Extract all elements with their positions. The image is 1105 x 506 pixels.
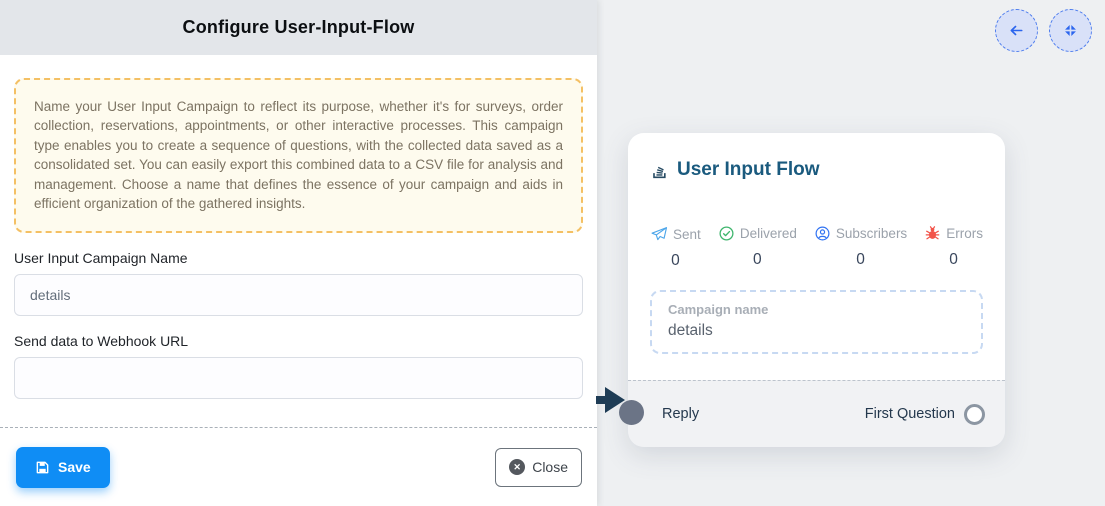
user-input-flow-node[interactable]: User Input Flow Sent bbox=[628, 133, 1005, 447]
webhook-url-input[interactable] bbox=[14, 357, 583, 399]
campaign-info-note: Name your User Input Campaign to reflect… bbox=[14, 78, 583, 233]
panel-header: Configure User-Input-Flow bbox=[0, 0, 597, 55]
webhook-url-label: Send data to Webhook URL bbox=[14, 333, 583, 349]
stat-label: Errors bbox=[946, 226, 983, 241]
subscriber-icon bbox=[814, 225, 831, 242]
close-icon: ✕ bbox=[509, 459, 525, 475]
reply-label: Reply bbox=[662, 406, 699, 422]
page-title: Configure User-Input-Flow bbox=[183, 17, 415, 38]
stat-value: 0 bbox=[949, 251, 958, 269]
save-button-label: Save bbox=[58, 459, 91, 475]
bug-icon bbox=[924, 225, 941, 242]
first-question-label: First Question bbox=[865, 406, 955, 422]
paper-plane-icon bbox=[650, 225, 668, 243]
arrow-left-icon bbox=[1007, 21, 1026, 40]
flow-canvas: User Input Flow Sent bbox=[597, 0, 1105, 506]
stats-row: Sent 0 Delivered bbox=[650, 225, 983, 270]
first-question-output-handle[interactable] bbox=[964, 404, 985, 425]
close-button-label: Close bbox=[532, 459, 568, 475]
reply-input-handle[interactable] bbox=[619, 400, 644, 425]
campaign-name-display[interactable]: Campaign name details bbox=[650, 290, 983, 354]
stat-value: 0 bbox=[753, 251, 762, 269]
stat-value: 0 bbox=[856, 251, 865, 269]
save-button[interactable]: Save bbox=[16, 447, 110, 488]
stat-sent: Sent 0 bbox=[650, 225, 701, 270]
stat-label: Delivered bbox=[740, 226, 797, 241]
stat-subscribers: Subscribers 0 bbox=[814, 225, 907, 270]
panel-footer: Save ✕ Close bbox=[0, 427, 597, 506]
stat-value: 0 bbox=[671, 252, 680, 270]
campaign-name-display-value: details bbox=[668, 322, 965, 340]
close-button[interactable]: ✕ Close bbox=[495, 448, 582, 487]
collapse-view-button[interactable] bbox=[1049, 9, 1092, 52]
configure-panel: Configure User-Input-Flow Name your User… bbox=[0, 0, 597, 506]
panel-body: Name your User Input Campaign to reflect… bbox=[0, 55, 597, 399]
flow-node-footer: Reply First Question bbox=[628, 380, 1005, 447]
stat-errors: Errors 0 bbox=[924, 225, 983, 270]
check-circle-icon bbox=[718, 225, 735, 242]
configure-user-input-flow-screen: Configure User-Input-Flow Name your User… bbox=[0, 0, 1105, 506]
stack-icon bbox=[650, 161, 669, 180]
campaign-name-display-label: Campaign name bbox=[668, 302, 965, 317]
back-button[interactable] bbox=[995, 9, 1038, 52]
campaign-name-label: User Input Campaign Name bbox=[14, 250, 583, 266]
canvas-toolbar bbox=[995, 9, 1092, 52]
stat-delivered: Delivered 0 bbox=[718, 225, 797, 270]
flow-node-title: User Input Flow bbox=[677, 157, 820, 183]
compress-icon bbox=[1062, 22, 1079, 39]
stat-label: Subscribers bbox=[836, 226, 907, 241]
stat-label: Sent bbox=[673, 227, 701, 242]
campaign-name-input[interactable] bbox=[14, 274, 583, 316]
flow-node-title-row: User Input Flow bbox=[650, 157, 983, 183]
first-question-group: First Question bbox=[865, 404, 985, 425]
flow-node-body: User Input Flow Sent bbox=[628, 133, 1005, 380]
save-icon bbox=[35, 460, 50, 475]
